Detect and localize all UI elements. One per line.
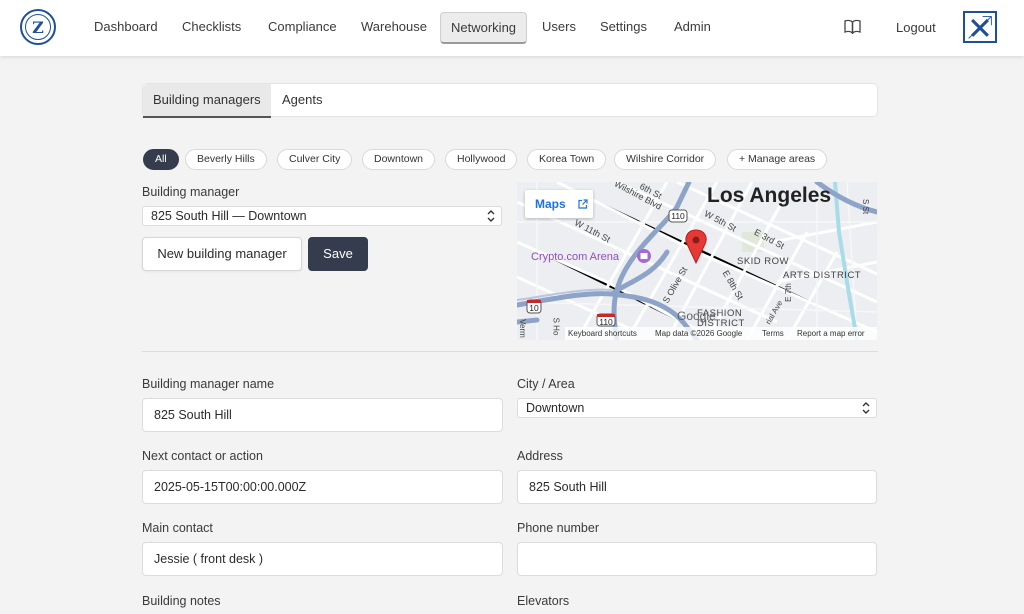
building-manager-label: Building manager bbox=[142, 185, 240, 199]
nav-admin[interactable]: Admin bbox=[664, 12, 721, 44]
next-contact-label: Next contact or action bbox=[142, 449, 263, 463]
address-label: Address bbox=[517, 449, 563, 463]
map-label-skid-row: SKID ROW bbox=[737, 256, 790, 267]
map-city-label: Los Angeles bbox=[707, 184, 832, 207]
map-label-e7th: E 7th bbox=[783, 283, 793, 302]
nav-users[interactable]: Users bbox=[532, 12, 586, 44]
logout-link[interactable]: Logout bbox=[896, 12, 936, 44]
route-110-shield: 110 bbox=[671, 211, 685, 221]
next-contact-input[interactable]: 2025-05-15T00:00:00.000Z bbox=[142, 470, 503, 504]
maps-button-label: Maps bbox=[535, 197, 566, 211]
nav-compliance[interactable]: Compliance bbox=[258, 12, 347, 44]
address-input[interactable]: 825 South Hill bbox=[517, 470, 877, 504]
building-manager-name-input[interactable]: 825 South Hill bbox=[142, 398, 503, 432]
google-watermark: Google bbox=[677, 309, 716, 323]
manage-areas-chip[interactable]: + Manage areas bbox=[727, 149, 828, 170]
building-manager-select[interactable]: 825 South Hill — Downtown bbox=[142, 206, 502, 226]
map-data-credit: Map data ©2026 Google bbox=[655, 329, 743, 338]
chip-culver-city[interactable]: Culver City bbox=[277, 149, 353, 170]
chip-hollywood[interactable]: Hollywood bbox=[445, 149, 518, 170]
open-in-maps-button[interactable]: Maps bbox=[525, 190, 593, 218]
city-area-label: City / Area bbox=[517, 377, 575, 391]
report-map-error-link[interactable]: Report a map error bbox=[797, 327, 865, 340]
map-attribution-bar: Keyboard shortcuts Map data ©2026 Google… bbox=[565, 327, 877, 340]
new-building-manager-button[interactable]: New building manager bbox=[142, 237, 302, 271]
section-divider bbox=[142, 351, 878, 352]
section-tabs: Building managers Agents bbox=[142, 83, 878, 118]
location-map[interactable]: Los Angeles Wilshire Blvd 6th St W 5th S… bbox=[517, 182, 877, 340]
nav-settings[interactable]: Settings bbox=[590, 12, 657, 44]
building-manager-select-value: 825 South Hill — Downtown bbox=[151, 209, 307, 223]
keyboard-shortcuts-link[interactable]: Keyboard shortcuts bbox=[568, 327, 637, 340]
map-label-arts-district: ARTS DISTRICT bbox=[783, 270, 862, 281]
chip-downtown[interactable]: Downtown bbox=[362, 149, 436, 170]
elevators-label: Elevators bbox=[517, 594, 570, 608]
city-area-select-value: Downtown bbox=[526, 401, 585, 415]
updown-chevron-icon bbox=[487, 210, 495, 222]
top-navigation: Z Dashboard Checklists Compliance Wareho… bbox=[0, 0, 1024, 56]
nav-dashboard[interactable]: Dashboard bbox=[84, 12, 168, 44]
nav-checklists[interactable]: Checklists bbox=[172, 12, 251, 44]
save-button[interactable]: Save bbox=[308, 237, 368, 271]
phone-number-label: Phone number bbox=[517, 521, 600, 535]
chip-korea-town[interactable]: Korea Town bbox=[527, 149, 607, 170]
nav-warehouse[interactable]: Warehouse bbox=[351, 12, 437, 44]
chip-wilshire-corridor[interactable]: Wilshire Corridor bbox=[614, 149, 717, 170]
building-notes-label: Building notes bbox=[142, 594, 221, 608]
building-manager-name-label: Building manager name bbox=[142, 377, 275, 391]
phone-number-input[interactable] bbox=[517, 542, 877, 576]
route-10-shield: 10 bbox=[529, 303, 539, 313]
book-icon[interactable] bbox=[844, 19, 861, 34]
external-link-icon bbox=[578, 199, 588, 209]
map-label-crypto-arena: Crypto.com Arena bbox=[531, 251, 620, 263]
city-area-select[interactable]: Downtown bbox=[517, 398, 877, 418]
map-label-sst: S St bbox=[861, 198, 871, 215]
chip-beverly-hills[interactable]: Beverly Hills bbox=[185, 149, 267, 170]
company-logo[interactable]: Z bbox=[20, 9, 56, 45]
nav-networking[interactable]: Networking bbox=[440, 12, 528, 44]
chip-all[interactable]: All bbox=[143, 149, 179, 170]
map-label-sho: S Ho bbox=[551, 317, 561, 336]
tab-building-managers[interactable]: Building managers bbox=[143, 84, 271, 118]
logo-letter: Z bbox=[25, 14, 51, 40]
updown-chevron-icon bbox=[862, 402, 870, 414]
main-contact-input[interactable]: Jessie ( front desk ) bbox=[142, 542, 503, 576]
main-contact-label: Main contact bbox=[142, 521, 213, 535]
map-label-verm: Verm bbox=[517, 319, 527, 338]
tab-agents[interactable]: Agents bbox=[272, 84, 332, 118]
terms-link[interactable]: Terms bbox=[762, 327, 784, 340]
route-110-south-shield: 110 bbox=[599, 317, 613, 327]
x-logo-icon[interactable] bbox=[963, 11, 997, 43]
